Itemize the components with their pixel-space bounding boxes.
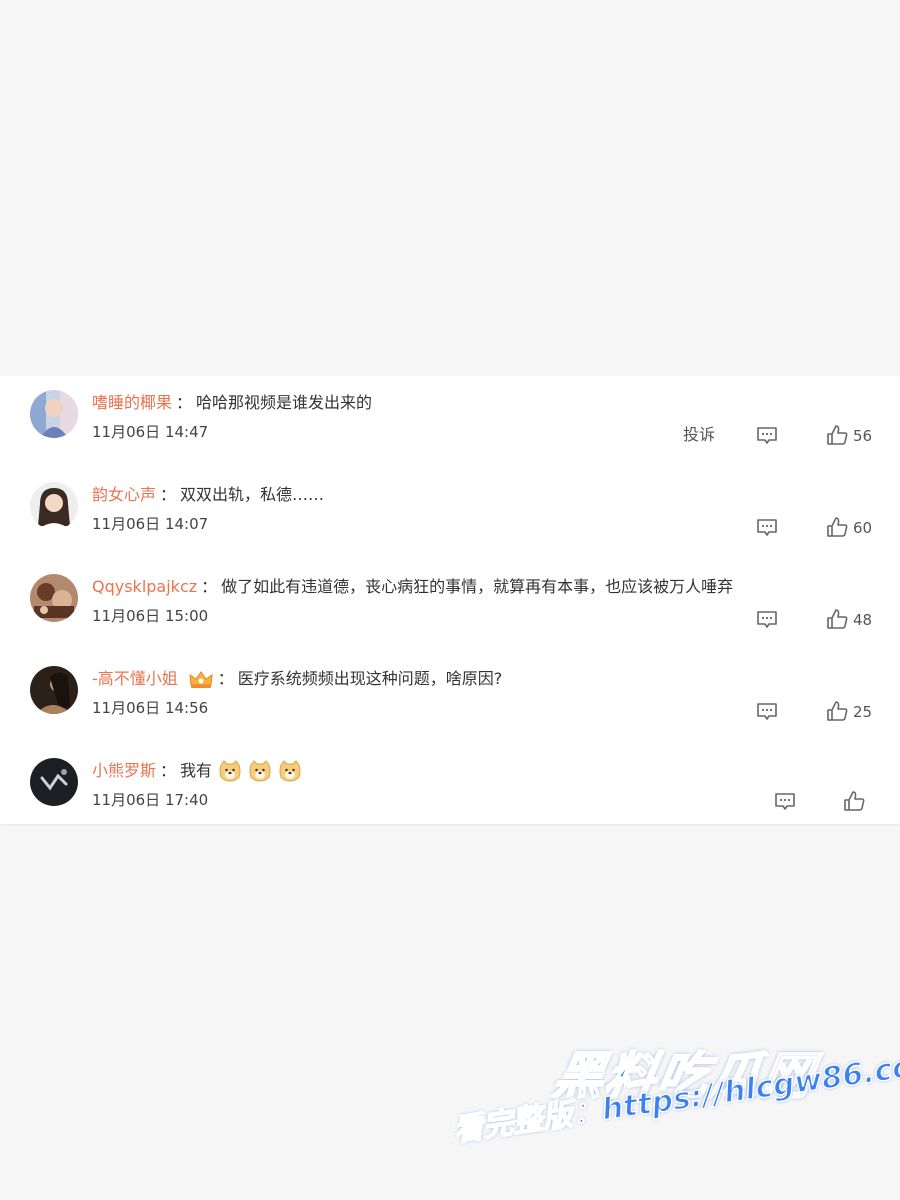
comment-line: Qqysklpajkcz ： 做了如此有违道德，丧心病狂的事情，就算再有本事，也… — [92, 574, 880, 600]
avatar[interactable] — [30, 758, 78, 806]
comment-reply-icon[interactable] — [774, 792, 796, 812]
thumbs-up-icon[interactable] — [826, 608, 848, 630]
username-link[interactable]: -高不懂小姐 — [92, 666, 178, 692]
separator: ： — [160, 761, 177, 780]
doge-emoji-icon — [248, 759, 272, 783]
comment-text: 做了如此有违道德，丧心病狂的事情，就算再有本事，也应该被万人唾弃 — [221, 577, 734, 596]
thumbs-up-icon[interactable] — [843, 790, 865, 812]
comment-time: 11月06日 17:40 — [92, 791, 209, 809]
vip-crown-badge-icon — [188, 669, 214, 689]
avatar[interactable] — [30, 666, 78, 714]
comment-text: 哈哈那视频是谁发出来的 — [196, 393, 373, 412]
thumbs-up-icon[interactable] — [826, 516, 848, 538]
like-count: 48 — [853, 611, 873, 629]
username-link[interactable]: 韵女心声 — [92, 482, 156, 508]
doge-emoji-icon — [278, 759, 302, 783]
comment-item: 小熊罗斯 ： 我有 11月06日 17:40 — [0, 744, 900, 824]
separator: ： — [160, 485, 177, 504]
like-count: 25 — [853, 703, 873, 721]
comment-time: 11月06日 14:07 — [92, 515, 209, 533]
avatar[interactable] — [30, 482, 78, 530]
comment-line: 小熊罗斯 ： 我有 — [92, 758, 880, 784]
comment-text: 我有 — [180, 761, 213, 780]
comment-item: 韵女心声 ： 双双出轨，私德…… 11月06日 14:07 60 — [0, 468, 900, 560]
comment-line: 韵女心声 ： 双双出轨，私德…… — [92, 482, 880, 508]
comment-item: Qqysklpajkcz ： 做了如此有违道德，丧心病狂的事情，就算再有本事，也… — [0, 560, 900, 652]
comment-line: 嗜睡的椰果 ： 哈哈那视频是谁发出来的 — [92, 390, 880, 416]
comment-text: 双双出轨，私德…… — [180, 485, 325, 504]
comment-time: 11月06日 14:47 — [92, 423, 209, 441]
comment-reply-icon[interactable] — [756, 518, 778, 538]
avatar[interactable] — [30, 574, 78, 622]
like-count: 60 — [853, 519, 873, 537]
username-link[interactable]: Qqysklpajkcz — [92, 574, 197, 600]
doge-emoji-icon — [218, 759, 242, 783]
thumbs-up-icon[interactable] — [826, 424, 848, 446]
avatar[interactable] — [30, 390, 78, 438]
comment-list: 嗜睡的椰果 ： 哈哈那视频是谁发出来的 11月06日 14:47 投诉 56 韵… — [0, 376, 900, 824]
like-count: 56 — [853, 427, 873, 445]
separator: ： — [217, 669, 234, 688]
comment-time: 11月06日 15:00 — [92, 607, 209, 625]
site-watermark: 黑料吃瓜网 看完整版：https://hlcgw86.com — [440, 1030, 900, 1190]
thumbs-up-icon[interactable] — [826, 700, 848, 722]
username-link[interactable]: 嗜睡的椰果 — [92, 390, 172, 416]
comment-line: -高不懂小姐 ： 医疗系统频频出现这种问题，啥原因? — [92, 666, 880, 692]
username-link[interactable]: 小熊罗斯 — [92, 758, 156, 784]
report-button[interactable]: 投诉 — [683, 424, 715, 446]
separator: ： — [176, 393, 193, 412]
separator: ： — [201, 577, 218, 596]
comment-time: 11月06日 14:56 — [92, 699, 209, 717]
comment-item: -高不懂小姐 ： 医疗系统频频出现这种问题，啥原因? 11月06日 14:56 … — [0, 652, 900, 744]
comment-reply-icon[interactable] — [756, 610, 778, 630]
comment-reply-icon[interactable] — [756, 702, 778, 722]
comment-text: 医疗系统频频出现这种问题，啥原因? — [237, 669, 503, 688]
comment-item: 嗜睡的椰果 ： 哈哈那视频是谁发出来的 11月06日 14:47 投诉 56 — [0, 376, 900, 468]
comment-reply-icon[interactable] — [756, 426, 778, 446]
